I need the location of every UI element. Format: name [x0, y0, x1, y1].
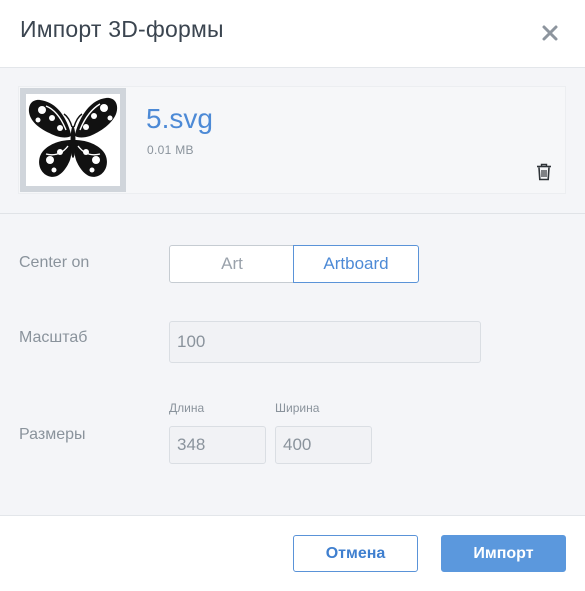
- import-button[interactable]: Импорт: [441, 535, 566, 572]
- file-size: 0.01 MB: [147, 143, 194, 157]
- import-3d-shape-dialog: Импорт 3D-формы 5.svg 0.01 MB Center on …: [0, 0, 585, 591]
- file-name: 5.svg: [146, 103, 213, 134]
- center-on-label: Center on: [19, 254, 90, 271]
- length-input[interactable]: 348: [169, 426, 266, 464]
- butterfly-thumbnail: [26, 94, 120, 186]
- length-label: Длина: [169, 401, 205, 415]
- section-divider: [0, 213, 585, 214]
- scale-label: Масштаб: [19, 329, 88, 346]
- close-icon[interactable]: [541, 24, 559, 42]
- dialog-title: Импорт 3D-формы: [20, 16, 224, 42]
- scale-input[interactable]: 100: [169, 321, 481, 363]
- width-input[interactable]: 400: [275, 426, 372, 464]
- cancel-button[interactable]: Отмена: [293, 535, 418, 572]
- width-label: Ширина: [275, 401, 320, 415]
- dimensions-label: Размеры: [19, 426, 86, 443]
- center-on-artboard-option[interactable]: Artboard: [293, 245, 419, 283]
- dialog-footer: Отмена Импорт: [0, 515, 585, 591]
- file-card: 5.svg 0.01 MB: [18, 86, 566, 194]
- dialog-header: Импорт 3D-формы: [0, 0, 585, 68]
- dialog-body: 5.svg 0.01 MB Center on Art Artboard Мас…: [0, 68, 585, 515]
- center-on-art-option[interactable]: Art: [169, 245, 295, 283]
- trash-icon[interactable]: [536, 163, 552, 181]
- file-thumbnail: [20, 88, 126, 192]
